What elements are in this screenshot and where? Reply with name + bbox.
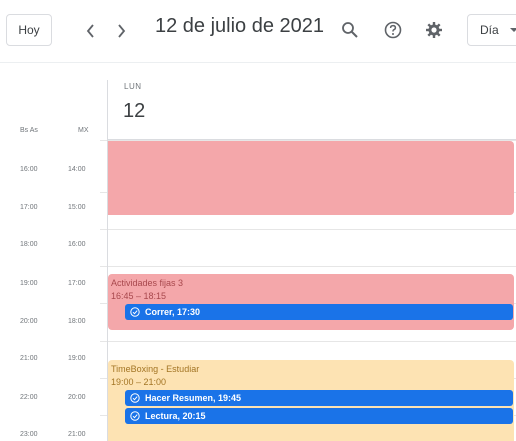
view-selector-label: Día (480, 23, 499, 37)
day-number[interactable]: 12 (123, 100, 145, 123)
page-title: 12 de julio de 2021 (155, 15, 325, 37)
gear-icon[interactable] (424, 16, 450, 44)
time-label-primary: 19:00 (20, 280, 38, 287)
task-label: Correr, 17:30 (145, 307, 201, 317)
day-weekday: LUN (124, 82, 142, 91)
time-label-primary: 20:00 (20, 318, 38, 325)
chevron-left-icon[interactable] (78, 14, 104, 46)
time-label-secondary: 21:00 (68, 431, 86, 438)
time-label-secondary: 20:00 (68, 394, 86, 401)
hour-gridline (100, 266, 516, 267)
event-time: 16:45 – 18:15 (111, 291, 167, 301)
calendar-event-block[interactable] (108, 141, 514, 215)
calendar-toolbar: Hoy 12 de julio de 2021 Día (0, 0, 516, 62)
chevron-right-icon[interactable] (108, 14, 134, 46)
hour-gridline (100, 341, 516, 342)
time-label-secondary: 18:00 (68, 318, 86, 325)
timezone-secondary-label: MX (78, 127, 89, 134)
event-title: TimeBoxing - Estudiar (111, 364, 200, 374)
time-label-primary: 23:00 (20, 431, 38, 438)
time-label-primary: 18:00 (20, 241, 38, 248)
time-label-primary: 21:00 (20, 355, 38, 362)
time-label-primary: 17:00 (20, 204, 38, 211)
timezone-primary-label: Bs As (20, 127, 38, 134)
time-label-secondary: 19:00 (68, 355, 86, 362)
search-icon[interactable] (340, 16, 366, 44)
time-label-primary: 16:00 (20, 166, 38, 173)
chevron-down-icon (510, 15, 516, 45)
task-check-icon (130, 393, 140, 403)
hour-gridline (100, 229, 516, 230)
task-check-icon (130, 307, 140, 317)
event-time: 19:00 – 21:00 (111, 377, 167, 387)
calendar-event-actividades[interactable]: Actividades fijas 3 16:45 – 18:15 (108, 274, 514, 330)
task-chip[interactable]: Hacer Resumen, 19:45 (125, 390, 513, 406)
toolbar-divider (0, 62, 516, 63)
time-label-secondary: 14:00 (68, 166, 86, 173)
task-chip[interactable]: Correr, 17:30 (125, 304, 513, 320)
task-chip[interactable]: Lectura, 20:15 (125, 408, 513, 424)
task-check-icon (130, 411, 140, 421)
event-title: Actividades fijas 3 (111, 278, 184, 288)
time-label-secondary: 15:00 (68, 204, 86, 211)
today-button[interactable]: Hoy (6, 14, 52, 46)
day-column-divider (107, 80, 108, 441)
time-label-primary: 22:00 (20, 394, 38, 401)
help-icon[interactable] (383, 16, 409, 44)
task-label: Hacer Resumen, 19:45 (145, 393, 242, 403)
time-label-secondary: 16:00 (68, 241, 86, 248)
task-label: Lectura, 20:15 (145, 411, 206, 421)
time-label-secondary: 17:00 (68, 280, 86, 287)
view-selector[interactable]: Día (467, 14, 516, 46)
